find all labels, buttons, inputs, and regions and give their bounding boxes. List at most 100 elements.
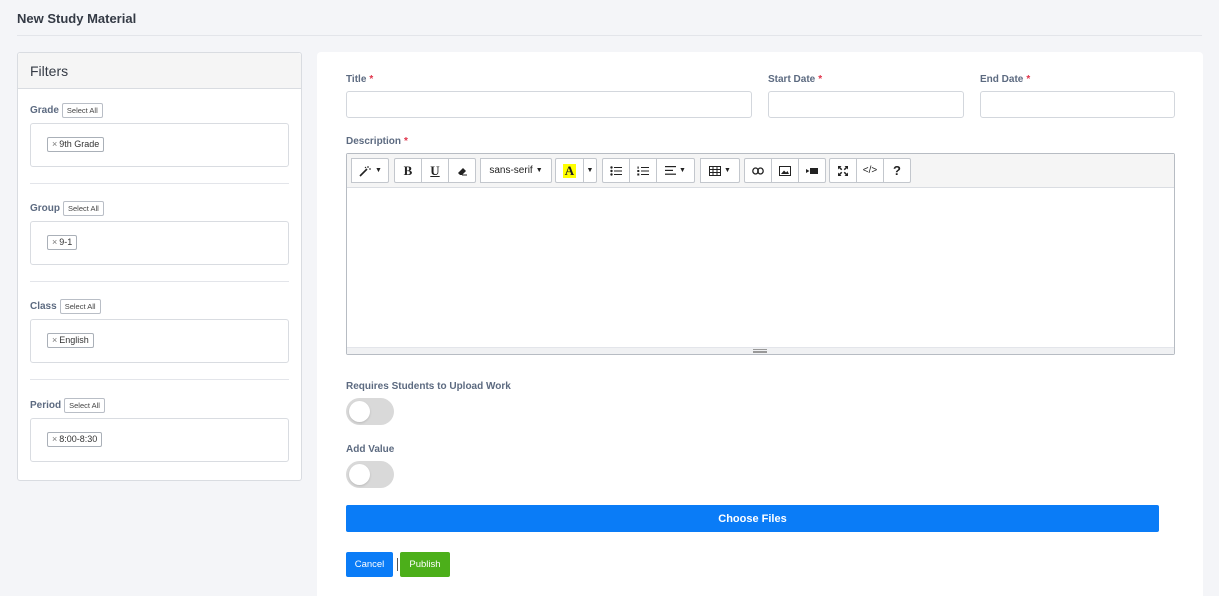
class-tag-label: English <box>59 335 89 345</box>
numbered-list-button[interactable] <box>629 158 657 183</box>
title-divider <box>17 35 1202 36</box>
period-tag-input[interactable]: × 8:00-8:30 <box>30 418 289 462</box>
choose-files-button[interactable]: Choose Files <box>346 505 1159 532</box>
paragraph-group: ▼ <box>602 158 695 183</box>
bullet-list-button[interactable] <box>602 158 630 183</box>
chevron-down-icon: ▼ <box>679 167 686 174</box>
table-group: ▼ <box>700 158 740 183</box>
filter-class: Class Select All × English <box>30 297 290 363</box>
chevron-down-icon: ▼ <box>535 167 543 174</box>
description-editor: ▼ B U sans-serif ▼ A ▼ ▼ ▼ </> ? <box>346 153 1175 355</box>
group-tag-input[interactable]: × 9-1 <box>30 221 289 265</box>
cancel-button[interactable]: Cancel <box>346 552 393 577</box>
filters-panel: Filters Grade Select All × 9th Grade Grou… <box>17 52 302 481</box>
description-label-text: Description <box>346 136 402 147</box>
insert-group <box>744 158 826 183</box>
insert-video-button[interactable] <box>798 158 826 183</box>
class-tag-input[interactable]: × English <box>30 319 289 363</box>
align-left-icon <box>665 166 677 175</box>
align-dropdown-button[interactable]: ▼ <box>656 158 695 183</box>
link-icon <box>752 166 764 175</box>
style-group: ▼ <box>351 158 389 183</box>
publish-button[interactable]: Publish <box>400 552 450 577</box>
chevron-down-icon: ▼ <box>724 167 731 174</box>
editor-content-area[interactable] <box>347 188 1174 348</box>
font-style-group: B U <box>394 158 476 183</box>
grade-label: Grade <box>30 104 59 116</box>
filter-divider <box>30 183 289 184</box>
insert-link-button[interactable] <box>744 158 772 183</box>
remove-tag-icon[interactable]: × <box>52 434 57 444</box>
end-date-input[interactable] <box>980 91 1175 118</box>
toggle-knob <box>349 464 370 485</box>
required-marker: * <box>369 74 374 85</box>
filter-divider <box>30 281 289 282</box>
period-label: Period <box>30 399 62 411</box>
remove-tag-icon[interactable]: × <box>52 139 57 149</box>
remove-tag-icon[interactable]: × <box>52 335 57 345</box>
add-value-label: Add Value <box>346 444 395 455</box>
required-marker: * <box>818 74 823 85</box>
color-dropdown-button[interactable]: ▼ <box>583 158 597 183</box>
group-label: Group <box>30 202 60 214</box>
period-tag-label: 8:00-8:30 <box>59 434 98 444</box>
start-date-input[interactable] <box>768 91 964 118</box>
editor-resize-handle[interactable] <box>347 347 1174 354</box>
font-family-dropdown[interactable]: sans-serif ▼ <box>480 158 552 183</box>
filters-title: Filters <box>18 53 301 89</box>
title-label-text: Title <box>346 74 367 85</box>
end-date-label-text: End Date <box>980 74 1024 85</box>
grade-tag: × 9th Grade <box>47 137 105 152</box>
add-value-toggle[interactable] <box>346 461 394 488</box>
required-marker: * <box>404 136 408 147</box>
bold-button[interactable]: B <box>394 158 422 183</box>
start-date-field-label: Start Date * <box>768 74 822 85</box>
start-date-label-text: Start Date <box>768 74 816 85</box>
grade-select-all-button[interactable]: Select All <box>61 102 103 118</box>
clear-format-button[interactable] <box>448 158 476 183</box>
period-tag: × 8:00-8:30 <box>47 432 103 447</box>
group-tag-label: 9-1 <box>59 237 73 247</box>
filter-period: Period Select All × 8:00-8:30 <box>30 396 290 462</box>
font-family-value: sans-serif <box>489 165 533 176</box>
upload-work-toggle[interactable] <box>346 398 394 425</box>
remove-tag-icon[interactable]: × <box>52 237 57 247</box>
help-button[interactable]: ? <box>883 158 911 183</box>
magic-wand-icon <box>359 165 372 177</box>
table-icon <box>709 165 722 176</box>
class-label: Class <box>30 300 57 312</box>
insert-image-button[interactable] <box>771 158 799 183</box>
upload-work-label: Requires Students to Upload Work <box>346 381 511 392</box>
font-name-group: sans-serif ▼ <box>480 158 552 183</box>
grade-tag-input[interactable]: × 9th Grade <box>30 123 289 167</box>
underline-button[interactable]: U <box>421 158 449 183</box>
highlight-letter: A <box>562 162 577 178</box>
title-field-label: Title * <box>346 74 373 85</box>
study-material-form: Title * Start Date * End Date * Description… <box>317 52 1203 596</box>
style-dropdown-button[interactable]: ▼ <box>351 158 389 183</box>
period-select-all-button[interactable]: Select All <box>64 397 105 413</box>
class-tag: × English <box>47 333 94 348</box>
code-view-button[interactable]: </> <box>856 158 884 183</box>
toggle-knob <box>349 401 370 422</box>
filter-grade: Grade Select All × 9th Grade <box>30 101 290 167</box>
group-select-all-button[interactable]: Select All <box>63 200 104 216</box>
editor-toolbar: ▼ B U sans-serif ▼ A ▼ ▼ ▼ </> ? <box>347 154 1174 188</box>
bullet-list-icon <box>610 165 622 176</box>
expand-icon <box>838 165 848 176</box>
filter-group: Group Select All × 9-1 <box>30 199 290 265</box>
color-group: A ▼ <box>555 158 597 183</box>
grade-tag-label: 9th Grade <box>59 139 100 149</box>
group-tag: × 9-1 <box>47 235 78 250</box>
table-dropdown-button[interactable]: ▼ <box>700 158 740 183</box>
grip-icon <box>753 349 767 353</box>
button-divider <box>397 558 398 571</box>
class-select-all-button[interactable]: Select All <box>59 298 101 314</box>
highlight-color-button[interactable]: A <box>555 158 584 183</box>
title-input[interactable] <box>346 91 752 118</box>
video-icon <box>806 167 818 174</box>
page-title: New Study Material <box>17 11 137 26</box>
fullscreen-button[interactable] <box>829 158 857 183</box>
view-group: </> ? <box>829 158 911 183</box>
image-icon <box>779 165 791 176</box>
